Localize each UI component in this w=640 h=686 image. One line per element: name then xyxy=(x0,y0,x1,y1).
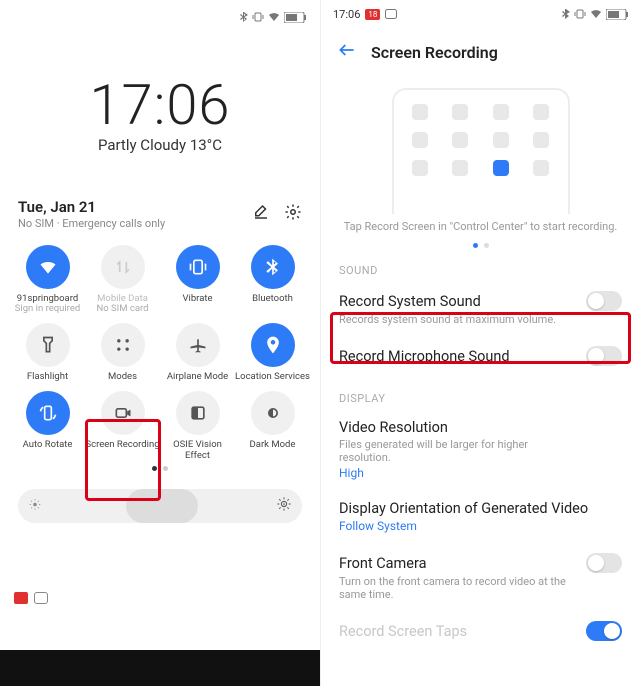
qs-tile-autorotate[interactable]: Auto Rotate xyxy=(10,391,85,462)
edit-icon[interactable] xyxy=(252,203,270,225)
qs-tile-location[interactable]: Location Services xyxy=(235,323,310,383)
section-display-label: DISPLAY xyxy=(321,376,640,409)
qs-tile-osie[interactable]: OSIE Vision Effect xyxy=(160,391,235,462)
qs-label: Bluetooth xyxy=(252,294,293,305)
data-icon xyxy=(113,257,133,277)
osie-icon xyxy=(188,403,208,423)
recording-frame-icon xyxy=(34,592,48,604)
wifi-status-icon xyxy=(268,12,280,22)
qs-label: Dark Mode xyxy=(250,440,296,451)
toggle-front-camera[interactable] xyxy=(586,553,622,573)
qs-tile-vibrate[interactable]: Vibrate xyxy=(160,245,235,316)
svg-text:A: A xyxy=(282,502,285,508)
qs-tile-screen-recording[interactable]: Screen Recording xyxy=(85,391,160,462)
toggle-record-microphone[interactable] xyxy=(586,346,622,366)
row-title: Record Microphone Sound xyxy=(339,348,510,365)
qs-pagination xyxy=(0,466,320,471)
quick-settings-grid: 91springboard Sign in required Mobile Da… xyxy=(0,231,320,463)
clock-time: 17:06 xyxy=(0,72,320,138)
row-desc: Records system sound at maximum volume. xyxy=(339,313,567,326)
bluetooth-status-icon xyxy=(562,9,570,19)
qs-tile-darkmode[interactable]: Dark Mode xyxy=(235,391,310,462)
battery-status-icon xyxy=(284,12,306,23)
qs-label: Auto Rotate xyxy=(23,440,73,451)
row-title: Record Screen Taps xyxy=(339,623,467,640)
illustration-phone xyxy=(392,88,570,214)
airplane-icon xyxy=(188,335,208,355)
toggle-record-system-sound[interactable] xyxy=(586,291,622,311)
nav-bar-placeholder xyxy=(0,650,320,686)
qs-sublabel: No SIM card xyxy=(96,304,148,315)
page-title: Screen Recording xyxy=(371,43,498,62)
vibrate-status-icon xyxy=(574,9,586,19)
recording-frame-icon xyxy=(385,9,397,19)
brightness-handle[interactable] xyxy=(126,489,198,523)
location-icon xyxy=(263,335,283,355)
row-record-taps[interactable]: Record Screen Taps xyxy=(321,611,640,641)
date-text: Tue, Jan 21 xyxy=(18,198,165,217)
settings-icon[interactable] xyxy=(284,203,302,225)
illustration-record-tile xyxy=(493,160,509,176)
qs-label: Screen Recording xyxy=(85,440,159,451)
wifi-icon xyxy=(38,257,58,277)
recording-badge-icon xyxy=(14,592,28,604)
qs-tile-wifi[interactable]: 91springboard Sign in required xyxy=(10,245,85,316)
qs-tile-modes[interactable]: Modes xyxy=(85,323,160,383)
qs-label: OSIE Vision Effect xyxy=(160,440,235,462)
row-record-microphone[interactable]: Record Microphone Sound xyxy=(321,336,640,376)
qs-label: Airplane Mode xyxy=(167,372,228,383)
vibrate-status-icon xyxy=(252,12,264,22)
qs-tile-flashlight[interactable]: Flashlight xyxy=(10,323,85,383)
lock-screen-clock: 17:06 Partly Cloudy 13°C xyxy=(0,72,320,154)
row-value: Follow System xyxy=(339,519,622,533)
wifi-status-icon xyxy=(590,9,602,19)
bluetooth-icon xyxy=(263,257,283,277)
section-sound-label: SOUND xyxy=(321,248,640,281)
brightness-slider[interactable]: A xyxy=(18,489,302,523)
illustration-caption: Tap Record Screen in "Control Center" to… xyxy=(321,220,640,233)
status-recording-badge: 18 xyxy=(365,9,380,20)
brightness-auto-icon[interactable]: A xyxy=(276,496,292,516)
qs-label: Vibrate xyxy=(182,294,212,305)
phone-settings-screen-recording: 17:06 18 Screen Recording Tap Record Scr… xyxy=(320,0,640,686)
row-title: Display Orientation of Generated Video xyxy=(339,500,622,517)
rotate-icon xyxy=(38,403,58,423)
vibrate-icon xyxy=(188,257,208,277)
row-desc: Turn on the front camera to record video… xyxy=(339,575,567,601)
status-bar-left xyxy=(0,0,320,34)
row-title: Video Resolution xyxy=(339,419,622,436)
row-record-system-sound[interactable]: Record System Sound Records system sound… xyxy=(321,281,640,336)
modes-icon xyxy=(113,335,133,355)
qs-tile-airplane[interactable]: Airplane Mode xyxy=(160,323,235,383)
row-video-resolution[interactable]: Video Resolution Files generated will be… xyxy=(321,409,640,490)
recording-indicator xyxy=(14,592,48,604)
darkmode-icon xyxy=(263,403,283,423)
qs-tile-mobile-data[interactable]: Mobile Data No SIM card xyxy=(85,245,160,316)
status-time: 17:06 xyxy=(333,8,360,21)
qs-label: Flashlight xyxy=(27,372,68,383)
row-desc: Files generated will be larger for highe… xyxy=(339,438,567,464)
sim-status-text: No SIM · Emergency calls only xyxy=(18,217,165,231)
row-title: Front Camera xyxy=(339,555,426,572)
battery-status-icon xyxy=(606,9,628,20)
bluetooth-status-icon xyxy=(240,12,248,22)
back-button[interactable] xyxy=(337,40,357,64)
row-title: Record System Sound xyxy=(339,293,481,310)
qs-label: Location Services xyxy=(235,372,310,383)
qs-label: Modes xyxy=(108,372,137,383)
row-front-camera[interactable]: Front Camera Turn on the front camera to… xyxy=(321,543,640,611)
qs-sublabel: Sign in required xyxy=(15,304,80,315)
toggle-record-taps[interactable] xyxy=(586,621,622,641)
qs-tile-bluetooth[interactable]: Bluetooth xyxy=(235,245,310,316)
weather-text: Partly Cloudy 13°C xyxy=(0,136,320,154)
brightness-low-icon xyxy=(28,497,42,516)
status-bar-right: 17:06 18 xyxy=(321,0,640,28)
flashlight-icon xyxy=(38,335,58,355)
phone-lockscreen-quicksettings: 17:06 Partly Cloudy 13°C Tue, Jan 21 No … xyxy=(0,0,320,686)
record-icon xyxy=(113,403,133,423)
row-display-orientation[interactable]: Display Orientation of Generated Video F… xyxy=(321,490,640,543)
row-value: High xyxy=(339,466,622,480)
